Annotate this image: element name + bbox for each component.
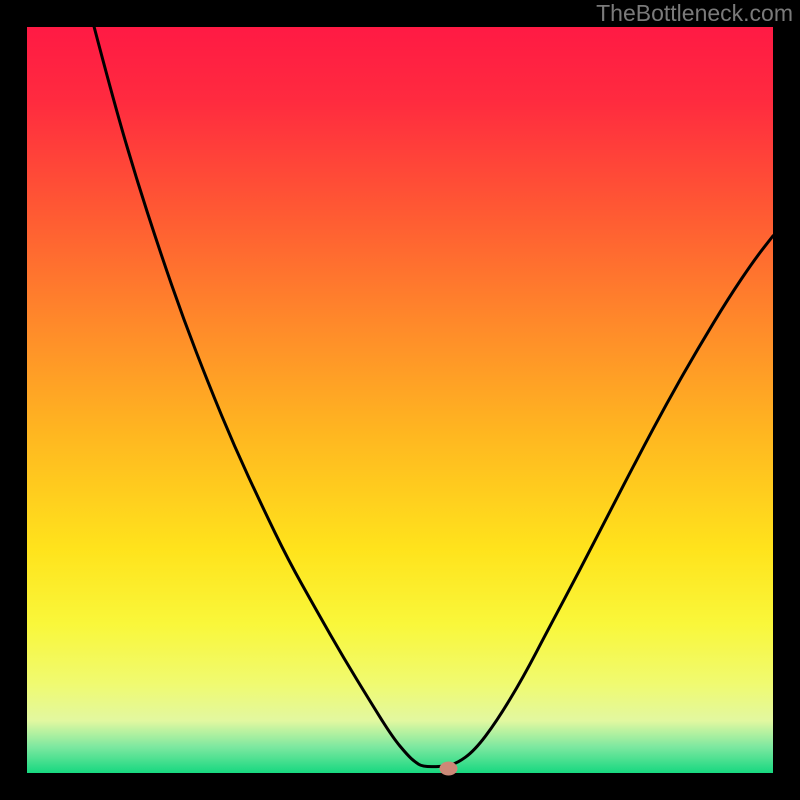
optimal-marker	[439, 762, 457, 776]
chart-container: TheBottleneck.com	[0, 0, 800, 800]
watermark: TheBottleneck.com	[596, 0, 793, 27]
chart-plot-area	[27, 27, 773, 773]
bottleneck-chart	[0, 0, 800, 800]
